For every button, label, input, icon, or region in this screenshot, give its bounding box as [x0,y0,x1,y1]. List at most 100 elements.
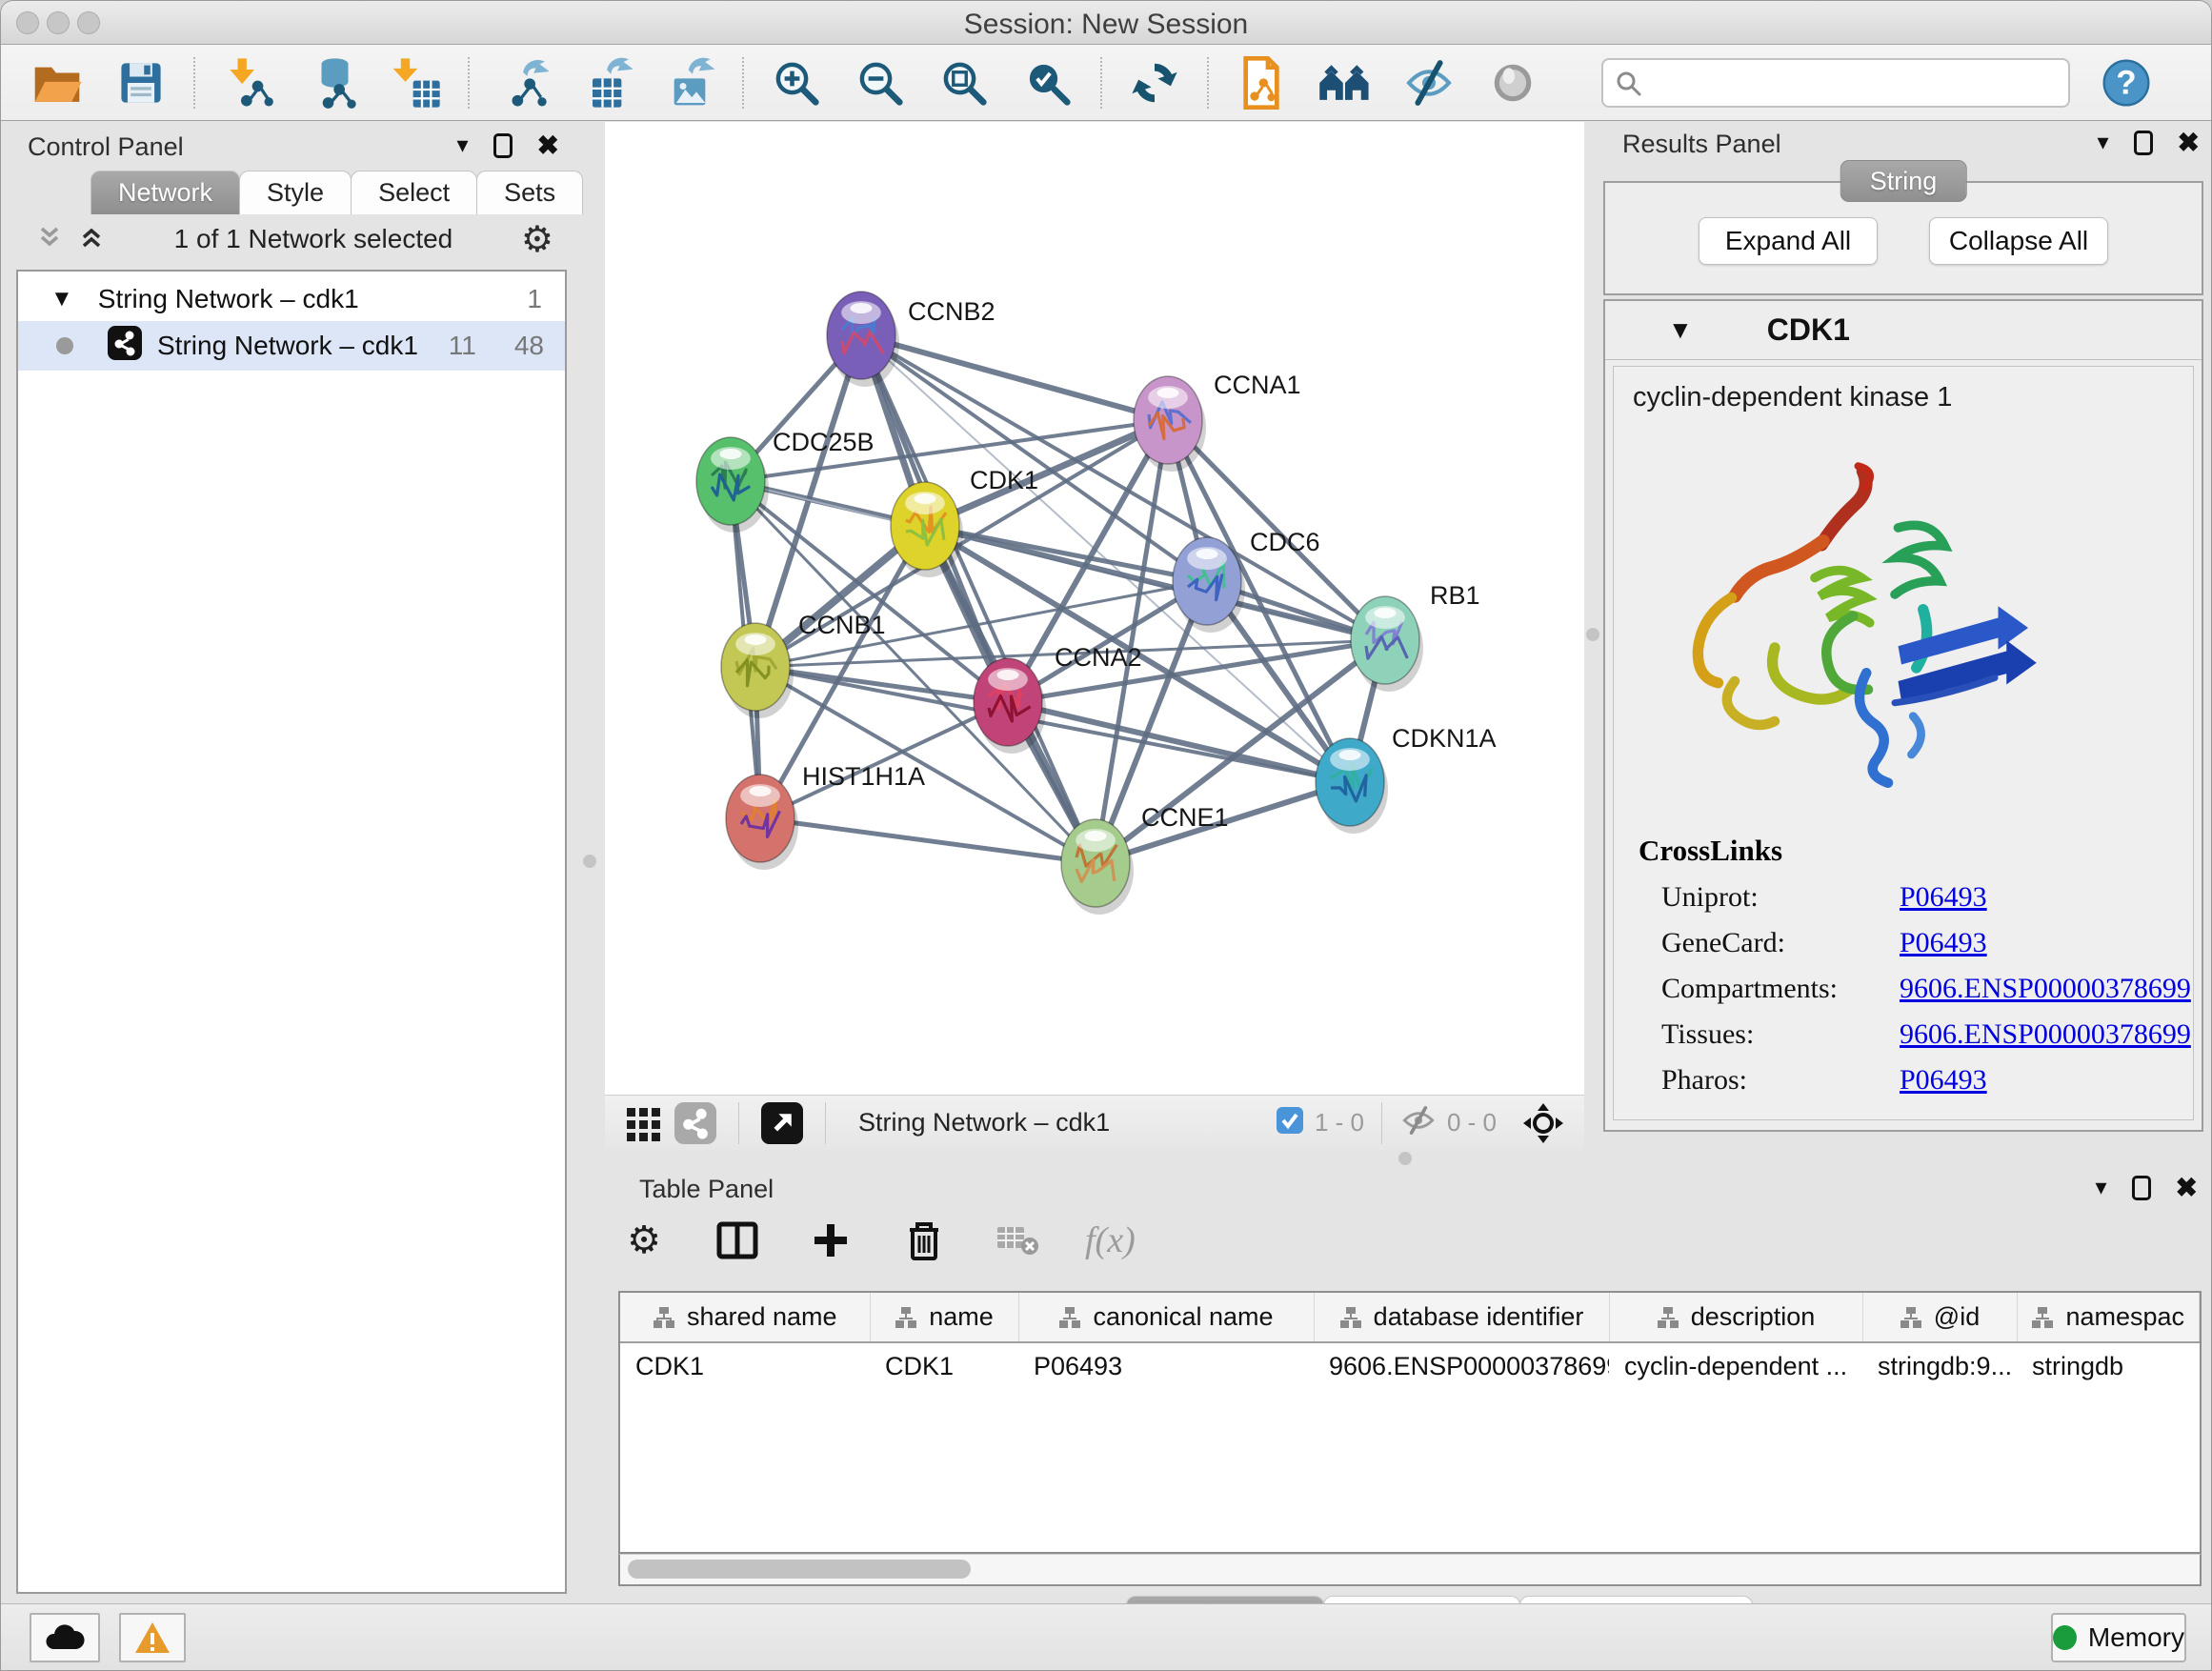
tab-string[interactable]: String [1840,160,1967,202]
control-panel-tabs: Network Style Select Sets [90,171,582,214]
warning-icon [133,1621,171,1655]
control-panel-title: Control Panel [28,132,184,162]
show-columns-icon[interactable] [712,1215,763,1266]
gene-header-row[interactable]: ▼ CDK1 [1605,301,2202,360]
panel-menu-icon[interactable]: ▾ [2097,131,2108,154]
fit-selected-crosshair-icon[interactable] [1518,1097,1569,1149]
table-row[interactable]: CDK1 CDK1 P06493 9606.ENSP00000378699 cy… [620,1342,2200,1390]
node-label: CDK1 [970,466,1038,494]
toolbar-divider [1207,57,1209,109]
cloud-icon [44,1622,86,1653]
network-options-gear-icon[interactable]: ⚙ [521,221,553,257]
crosslink-label: Compartments: [1661,973,1900,1005]
show-all-hidden-icon[interactable] [1485,55,1540,111]
cell-description[interactable]: cyclin-dependent ... [1609,1342,1862,1390]
zoom-fit-icon[interactable] [936,55,992,111]
export-table-icon[interactable] [578,55,633,111]
cell-namespace[interactable]: stringdb [2017,1342,2200,1390]
collapse-all-button[interactable]: Collapse All [1929,217,2108,265]
export-network-icon[interactable] [494,55,550,111]
crosslink-pharos-link[interactable]: P06493 [1900,1064,1987,1097]
help-icon[interactable]: ? [2099,55,2154,111]
column-header-shared-name[interactable]: shared name [620,1293,870,1342]
save-session-icon[interactable] [113,55,169,111]
cell-name[interactable]: CDK1 [870,1342,1018,1390]
search-input[interactable] [1601,58,2070,108]
float-panel-icon[interactable] [493,133,513,158]
application-window: Session: New Session [0,0,2212,1671]
import-table-from-file-icon[interactable] [388,55,443,111]
crosslink-genecard-link[interactable]: P06493 [1900,927,1987,959]
zoom-out-icon[interactable] [853,55,908,111]
cloud-status-button[interactable] [30,1613,100,1662]
network-selection-status: 1 of 1 Network selected [106,224,521,254]
tab-select[interactable]: Select [351,171,477,214]
collection-expand-icon[interactable]: ▼ [50,286,73,312]
crosslink-compartments-link[interactable]: 9606.ENSP00000378699 [1900,973,2191,1005]
network-view[interactable]: CCNB2CCNA1CDC25BCDK1CDC6RB1CCNB1CCNA2CDK… [605,122,1584,1095]
network-name: String Network – cdk1 [157,331,449,361]
import-network-from-file-icon[interactable] [220,55,275,111]
network-collection-row[interactable]: ▼ String Network – cdk1 1 [18,277,565,321]
close-panel-icon[interactable]: ✖ [537,132,559,159]
apply-layout-icon[interactable] [1127,55,1182,111]
memory-button[interactable]: Memory [2051,1613,2186,1662]
column-header-namespace[interactable]: namespac [2017,1293,2200,1342]
panel-menu-icon[interactable]: ▾ [456,134,468,157]
left-splitter-handle[interactable] [583,855,596,868]
network-view-toolbar: String Network – cdk1 1 - 0 0 - 0 [605,1095,1584,1150]
tab-sets[interactable]: Sets [476,171,583,214]
footer-divider [825,1102,826,1144]
cell-database-identifier[interactable]: 9606.ENSP00000378699 [1314,1342,1609,1390]
cell-canonical-name[interactable]: P06493 [1018,1342,1314,1390]
expand-all-icon[interactable] [77,223,106,256]
crosslink-uniprot-link[interactable]: P06493 [1900,881,1987,914]
new-network-from-selection-icon[interactable] [1234,55,1289,111]
gene-collapse-icon[interactable]: ▼ [1668,315,1693,345]
network-row-selected[interactable]: String Network – cdk1 11 48 [18,321,565,371]
first-neighbors-icon[interactable] [1317,55,1373,111]
crosslink-label: Tissues: [1661,1018,1900,1051]
selected-checkbox-icon[interactable] [1275,1105,1305,1140]
collapse-all-icon[interactable] [35,223,64,256]
table-options-gear-icon[interactable]: ⚙ [618,1215,670,1266]
open-session-icon[interactable] [30,55,85,111]
float-panel-icon[interactable] [2132,1176,2151,1200]
panel-menu-icon[interactable]: ▾ [2095,1177,2106,1199]
expand-all-button[interactable]: Expand All [1699,217,1878,265]
column-header-id[interactable]: @id [1862,1293,2017,1342]
network-canvas-svg: CCNB2CCNA1CDC25BCDK1CDC6RB1CCNB1CCNA2CDK… [605,122,1584,1095]
zoom-selected-icon[interactable] [1020,55,1076,111]
close-panel-icon[interactable]: ✖ [2178,130,2200,156]
crosslink-label: Uniprot: [1661,881,1900,914]
network-overview-icon[interactable] [670,1097,721,1149]
warnings-button[interactable] [119,1613,186,1662]
delete-columns-icon[interactable] [898,1215,950,1266]
export-image-icon[interactable] [662,55,717,111]
crosslink-tissues-link[interactable]: 9606.ENSP00000378699 [1900,1018,2191,1051]
column-header-description[interactable]: description [1609,1293,1862,1342]
float-panel-icon[interactable] [2134,131,2153,155]
crosslink-label: GeneCard: [1661,927,1900,959]
table-horizontal-scrollbar[interactable] [618,1554,2202,1586]
grid-view-icon[interactable] [618,1097,670,1149]
tab-network[interactable]: Network [90,171,240,214]
scrollbar-thumb[interactable] [628,1560,971,1579]
hide-selected-icon[interactable] [1401,55,1457,111]
network-status-dot [56,337,73,354]
control-panel: Control Panel ▾ ✖ Network Style Select S… [9,125,574,1600]
cell-shared-name[interactable]: CDK1 [620,1342,870,1390]
column-header-canonical-name[interactable]: canonical name [1018,1293,1314,1342]
birds-eye-view-icon[interactable] [756,1097,808,1149]
cell-id[interactable]: stringdb:9... [1862,1342,2017,1390]
create-column-icon[interactable] [805,1215,856,1266]
close-panel-icon[interactable]: ✖ [2176,1175,2198,1201]
window-title: Session: New Session [1,9,2211,41]
column-header-name[interactable]: name [870,1293,1018,1342]
import-network-from-database-icon[interactable] [304,55,359,111]
column-header-database-identifier[interactable]: database identifier [1314,1293,1609,1342]
hidden-eye-icon[interactable] [1399,1103,1438,1142]
tab-style[interactable]: Style [239,171,352,214]
zoom-in-icon[interactable] [769,55,824,111]
bottom-splitter-handle[interactable] [1398,1152,1412,1165]
